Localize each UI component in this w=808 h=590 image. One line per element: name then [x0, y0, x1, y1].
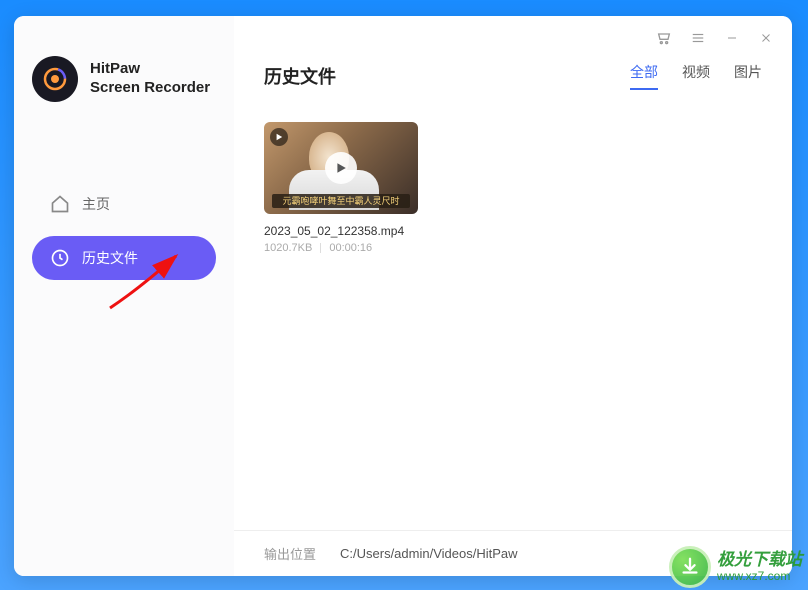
file-size: 1020.7KB	[264, 242, 312, 254]
brand-text: HitPaw Screen Recorder	[90, 60, 210, 98]
filter-tabs: 全部 视频 图片	[630, 62, 762, 90]
sidebar-item-label: 历史文件	[82, 248, 138, 268]
menu-icon[interactable]	[690, 30, 706, 46]
watermark-url: www.xz7.com	[717, 570, 802, 583]
tab-video[interactable]: 视频	[682, 62, 710, 90]
page-title: 历史文件	[264, 63, 336, 89]
brand-line-1: HitPaw	[90, 60, 210, 79]
play-button-icon[interactable]	[325, 152, 357, 184]
main-panel: 历史文件 全部 视频 图片 元霸咆哮叶舞至中霸人灵尺时 2023_05_02	[234, 16, 792, 576]
header: 历史文件 全部 视频 图片	[234, 50, 792, 98]
brand: HitPaw Screen Recorder	[32, 56, 216, 102]
brand-logo-icon	[32, 56, 78, 102]
sidebar: HitPaw Screen Recorder 主页 历史文件	[14, 16, 234, 576]
file-grid: 元霸咆哮叶舞至中霸人灵尺时 2023_05_02_122358.mp4 1020…	[234, 98, 792, 530]
meta-separator	[320, 243, 321, 253]
sidebar-item-home[interactable]: 主页	[32, 182, 216, 226]
watermark-title: 极光下载站	[717, 551, 802, 570]
home-icon	[50, 194, 70, 214]
file-meta: 1020.7KB 00:00:16	[264, 242, 418, 254]
file-thumbnail[interactable]: 元霸咆哮叶舞至中霸人灵尺时	[264, 122, 418, 214]
tab-image[interactable]: 图片	[734, 62, 762, 90]
tab-all[interactable]: 全部	[630, 62, 658, 90]
watermark: 极光下载站 www.xz7.com	[669, 546, 802, 588]
sidebar-item-label: 主页	[82, 194, 110, 214]
thumbnail-caption: 元霸咆哮叶舞至中霸人灵尺时	[272, 194, 410, 208]
clock-icon	[50, 248, 70, 268]
watermark-text: 极光下载站 www.xz7.com	[717, 551, 802, 583]
titlebar	[234, 16, 792, 50]
file-duration: 00:00:16	[329, 242, 372, 254]
output-label: 输出位置	[264, 544, 316, 563]
watermark-logo-icon	[669, 546, 711, 588]
minimize-button[interactable]	[724, 30, 740, 46]
sidebar-item-history[interactable]: 历史文件	[32, 236, 216, 280]
output-path[interactable]: C:/Users/admin/Videos/HitPaw	[340, 546, 518, 561]
play-badge-icon	[270, 128, 288, 146]
brand-line-2: Screen Recorder	[90, 79, 210, 98]
app-window: HitPaw Screen Recorder 主页 历史文件	[14, 16, 792, 576]
cart-icon[interactable]	[656, 30, 672, 46]
close-button[interactable]	[758, 30, 774, 46]
file-name: 2023_05_02_122358.mp4	[264, 224, 418, 238]
file-card[interactable]: 元霸咆哮叶舞至中霸人灵尺时 2023_05_02_122358.mp4 1020…	[264, 122, 418, 254]
